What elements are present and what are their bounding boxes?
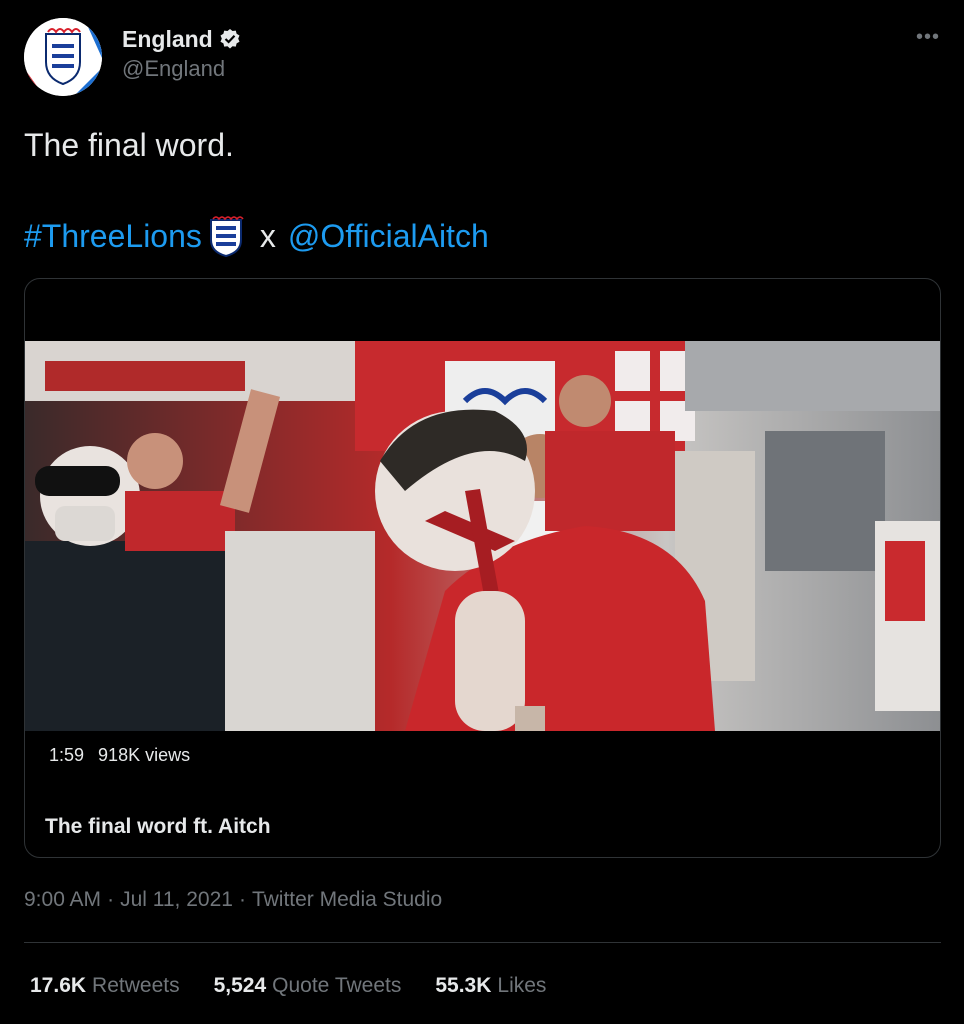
mention-link[interactable]: @OfficialAitch (288, 215, 489, 257)
quote-tweets-stat[interactable]: 5,524 Quote Tweets (214, 974, 402, 998)
handle[interactable]: @England (122, 56, 241, 82)
tweet-text: The final word. (24, 127, 234, 163)
likes-count: 55.3K (435, 974, 492, 997)
separator-dot: · (107, 888, 115, 911)
tweet-timestamp: 9:00 AM · Jul 11, 2021 · Twitter Media S… (24, 888, 442, 912)
likes-label: Likes (497, 974, 547, 997)
separator-text: x (259, 218, 276, 254)
likes-stat[interactable]: 55.3K Likes (435, 974, 546, 998)
quote-tweets-count: 5,524 (213, 974, 267, 997)
more-icon[interactable]: ••• (916, 26, 940, 49)
quote-tweets-label: Quote Tweets (272, 974, 402, 997)
video-views: 918K views (98, 745, 191, 765)
video-meta: 1:59 918K views (49, 745, 190, 766)
tweet-header: England @England ••• (24, 18, 940, 96)
retweets-label: Retweets (92, 974, 180, 997)
video-thumbnail[interactable] (25, 341, 940, 731)
avatar[interactable] (24, 18, 102, 96)
video-duration: 1:59 (49, 745, 85, 765)
hashtag-link[interactable]: #ThreeLions (24, 215, 202, 257)
video-card[interactable]: 1:59 918K views The final word ft. Aitch (24, 278, 941, 858)
tweet-date[interactable]: Jul 11, 2021 (120, 888, 233, 912)
tweet-source[interactable]: Twitter Media Studio (252, 888, 442, 912)
author-block: England @England (122, 22, 241, 82)
retweets-count: 17.6K (30, 974, 87, 997)
divider (24, 942, 941, 943)
tweet-links: #ThreeLions x @OfficialAitch (24, 214, 489, 258)
display-name[interactable]: England (122, 26, 213, 53)
tweet-time[interactable]: 9:00 AM (24, 888, 101, 912)
tweet-stats: 17.6K Retweets 5,524 Quote Tweets 55.3K … (30, 974, 546, 998)
separator-dot: · (238, 888, 246, 911)
three-lions-crest-icon (208, 214, 244, 258)
verified-badge-icon (219, 28, 241, 50)
video-title: The final word ft. Aitch (45, 815, 271, 838)
retweets-stat[interactable]: 17.6K Retweets (30, 974, 180, 998)
